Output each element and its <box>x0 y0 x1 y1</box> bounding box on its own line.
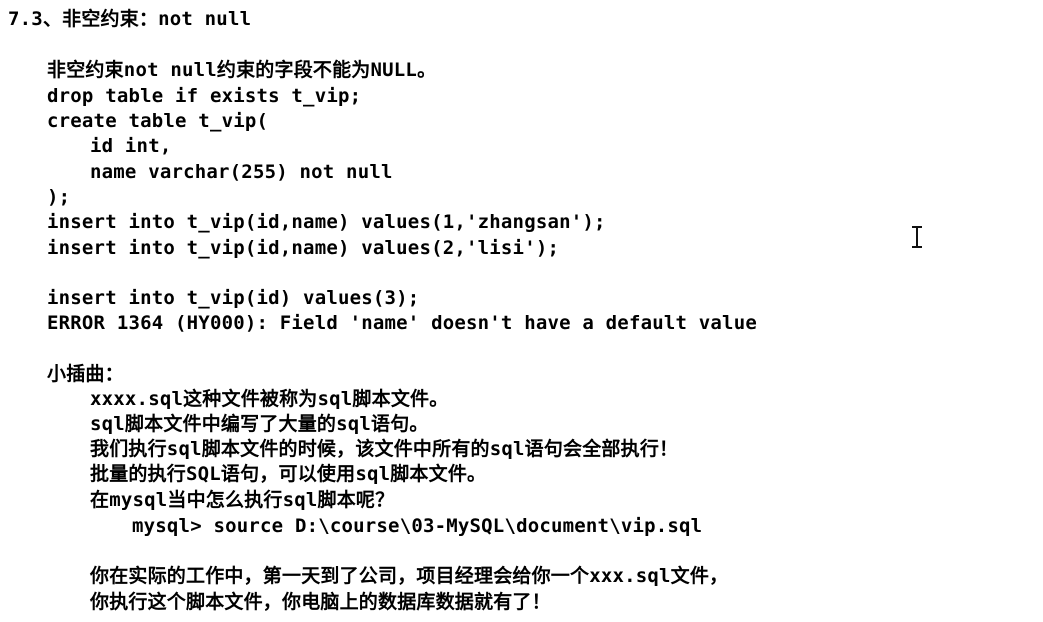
text-cursor-icon <box>911 225 923 249</box>
aside-title: 小插曲： <box>47 363 124 385</box>
aside-line-3: 我们执行sql脚本文件的时候，该文件中所有的sql语句会全部执行！ <box>90 438 679 460</box>
aside-line-5: 在mysql当中怎么执行sql脚本呢？ <box>90 489 395 511</box>
intro-text: 非空约束not null约束的字段不能为NULL。 <box>47 59 437 81</box>
work-line-1: 你在实际的工作中，第一天到了公司，项目经理会给你一个xxx.sql文件， <box>90 565 729 587</box>
code-insert-3: insert into t_vip(id) values(3); <box>47 287 420 309</box>
code-column-name: name varchar(255) not null <box>90 161 393 183</box>
code-insert-2: insert into t_vip(id,name) values(2,'lis… <box>47 237 560 259</box>
code-close-paren: ); <box>47 186 71 208</box>
code-insert-1: insert into t_vip(id,name) values(1,'zha… <box>47 211 606 233</box>
aside-line-2: sql脚本文件中编写了大量的sql语句。 <box>90 413 429 435</box>
code-drop-table: drop table if exists t_vip; <box>47 85 362 107</box>
code-create-table: create table t_vip( <box>47 110 269 132</box>
aside-line-1: xxxx.sql这种文件被称为sql脚本文件。 <box>90 388 449 410</box>
section-heading: 7.3、非空约束：not null <box>8 8 252 30</box>
error-message: ERROR 1364 (HY000): Field 'name' doesn't… <box>47 312 757 334</box>
work-line-2: 你执行这个脚本文件，你电脑上的数据库数据就有了！ <box>90 591 551 613</box>
code-column-id: id int, <box>90 135 172 157</box>
source-command: mysql> source D:\course\03-MySQL\documen… <box>132 515 703 537</box>
aside-line-4: 批量的执行SQL语句，可以使用sql脚本文件。 <box>90 463 487 485</box>
